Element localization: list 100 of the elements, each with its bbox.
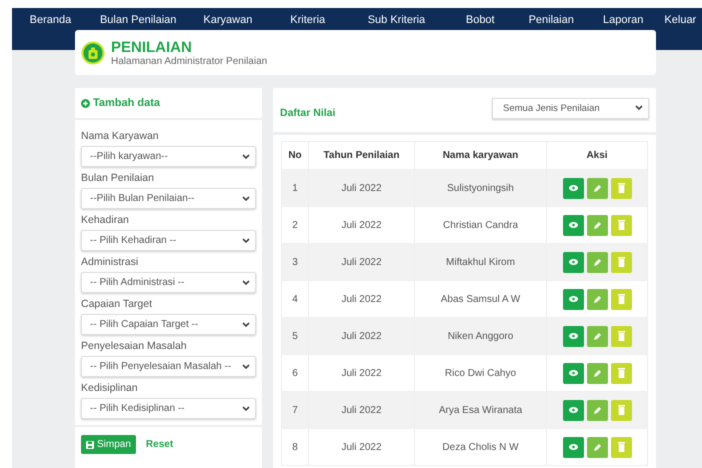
eye-icon — [568, 222, 578, 228]
view-button[interactable] — [562, 252, 584, 272]
field-label: Bulan Penilaian — [81, 172, 155, 185]
table-cell: Deza Cholis N W — [414, 428, 546, 466]
plus-icon — [81, 98, 90, 108]
pencil-icon — [592, 332, 602, 340]
delete-button[interactable] — [610, 436, 632, 458]
table-cell: Juli 2022 — [308, 318, 414, 354]
table-cell: 5 — [282, 318, 308, 354]
eye-icon — [568, 444, 578, 450]
edit-button[interactable] — [586, 362, 608, 384]
eye-icon — [568, 259, 578, 265]
nav-link[interactable]: Kriteria — [268, 8, 348, 26]
pencil-icon — [592, 368, 602, 378]
pencil-icon — [592, 406, 602, 414]
form-title: Tambah data — [93, 97, 160, 109]
pencil-icon — [592, 184, 602, 192]
column-header: No — [282, 142, 308, 170]
pencil-icon — [592, 442, 602, 452]
view-button[interactable] — [562, 288, 584, 310]
trash-icon — [618, 405, 624, 415]
trash-icon — [618, 442, 624, 452]
nav-link[interactable]: Laporan — [588, 8, 659, 26]
edit-button[interactable] — [586, 288, 608, 310]
nav-link[interactable]: Penilaian — [514, 8, 588, 26]
table-cell: Juli 2022 — [308, 392, 414, 428]
pencil-icon — [592, 220, 602, 230]
pencil-icon — [592, 294, 602, 304]
view-button[interactable] — [562, 326, 584, 346]
edit-button[interactable] — [586, 326, 608, 346]
select-field[interactable]: -- Pilih Kehadiran -- — [81, 230, 256, 251]
field-label: Penyelesaian Masalah — [81, 340, 188, 353]
nav-link[interactable]: Bulan Penilaian — [88, 8, 188, 26]
table-cell: 8 — [282, 428, 308, 466]
pencil-icon — [592, 258, 602, 266]
delete-button[interactable] — [610, 362, 632, 384]
table-cell: Miftakhul Kirom — [414, 244, 546, 280]
delete-button[interactable] — [610, 214, 632, 236]
nav-link[interactable]: Beranda — [12, 8, 89, 26]
edit-button[interactable] — [586, 252, 608, 272]
table-cell: 1 — [282, 170, 308, 206]
edit-button[interactable] — [586, 178, 608, 198]
select-field[interactable]: -- Pilih Kedisiplinan -- — [81, 398, 256, 419]
edit-button[interactable] — [586, 436, 608, 458]
caret-icon — [635, 105, 643, 111]
view-button[interactable] — [562, 214, 584, 236]
nav-link[interactable]: Karyawan — [187, 8, 268, 26]
list-title: Daftar Nilai — [280, 107, 336, 119]
trash-icon — [618, 183, 624, 193]
delete-button[interactable] — [610, 252, 632, 272]
view-button[interactable] — [562, 362, 584, 384]
trash-icon — [618, 257, 624, 267]
table-cell: Sulistyoningsih — [414, 170, 546, 206]
view-button[interactable] — [562, 436, 584, 458]
select-field[interactable]: -- Pilih Administrasi -- — [81, 272, 256, 293]
delete-button[interactable] — [610, 178, 632, 198]
caret-icon — [242, 280, 250, 286]
caret-icon — [242, 238, 250, 244]
trash-icon — [618, 294, 624, 304]
eye-icon — [568, 296, 578, 302]
table-cell: Arya Esa Wiranata — [414, 392, 546, 428]
field-label: Administrasi — [81, 256, 140, 269]
caret-icon — [242, 154, 250, 160]
caret-icon — [242, 322, 250, 328]
table-cell: Juli 2022 — [308, 244, 414, 280]
trash-icon — [618, 368, 624, 378]
edit-button[interactable] — [586, 214, 608, 236]
eye-icon — [568, 185, 578, 191]
table-cell: 3 — [282, 244, 308, 280]
table-cell: Juli 2022 — [308, 170, 414, 206]
caret-icon — [242, 196, 250, 202]
nav-link[interactable]: Bobot — [446, 8, 515, 26]
floppy-icon — [86, 440, 94, 448]
select-field[interactable]: --Pilih Bulan Penilaian-- — [81, 188, 256, 209]
view-button[interactable] — [562, 400, 584, 420]
field-label: Kedisiplinan — [81, 382, 139, 395]
caret-icon — [242, 406, 250, 412]
nav-link[interactable]: Sub Kriteria — [347, 8, 446, 26]
field-label: Nama Karyawan — [81, 130, 160, 143]
select-field[interactable]: -- Pilih Penyelesaian Masalah -- — [81, 356, 256, 377]
table-cell: Juli 2022 — [308, 428, 414, 466]
page-title: PENILAIAN — [111, 38, 193, 56]
filter-select[interactable]: Semua Jenis Penilaian — [492, 98, 649, 118]
trash-icon — [618, 331, 624, 341]
page-subtitle: Halamanan Administrator Penilaian — [111, 56, 268, 66]
table-cell: 7 — [282, 392, 308, 428]
delete-button[interactable] — [610, 288, 632, 310]
select-field[interactable]: -- Pilih Capaian Target -- — [81, 314, 256, 335]
table-cell: Niken Anggoro — [414, 318, 546, 354]
edit-button[interactable] — [586, 400, 608, 420]
field-label: Kehadiran — [81, 214, 130, 227]
select-field[interactable]: --Pilih karyawan-- — [81, 146, 256, 167]
caret-icon — [242, 364, 250, 370]
view-button[interactable] — [562, 178, 584, 198]
delete-button[interactable] — [610, 326, 632, 346]
eye-icon — [568, 370, 578, 376]
nav-link[interactable]: Keluar — [658, 8, 702, 26]
eye-icon — [568, 333, 578, 339]
delete-button[interactable] — [610, 400, 632, 420]
trash-icon — [618, 220, 624, 230]
